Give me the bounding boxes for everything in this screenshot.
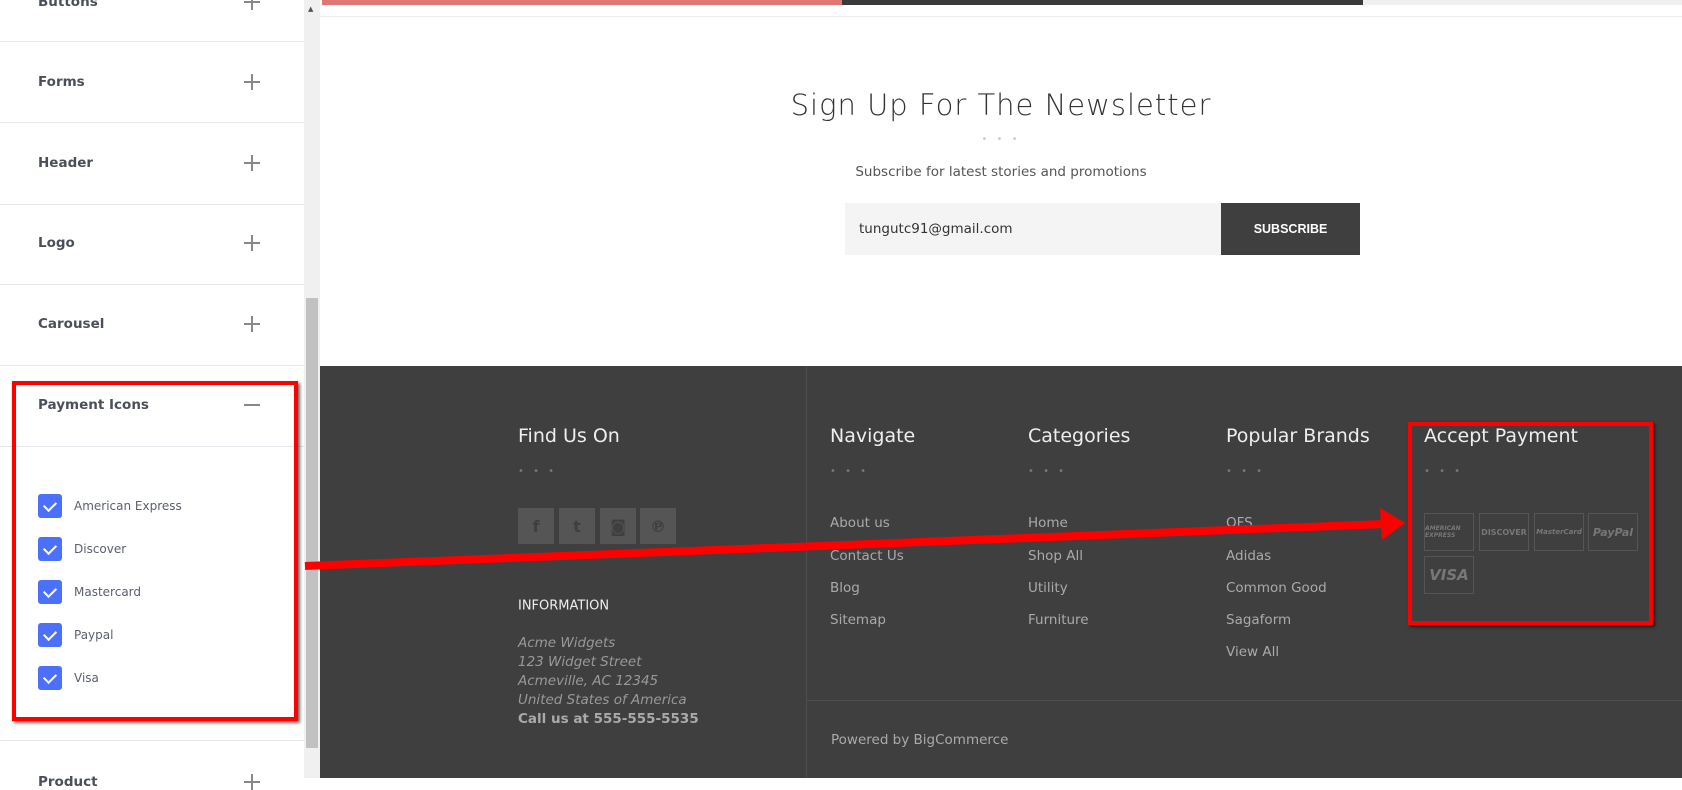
arrow-head — [1380, 508, 1405, 540]
annotation-arrow — [304, 508, 1405, 570]
arrow-shaft — [304, 520, 1386, 570]
